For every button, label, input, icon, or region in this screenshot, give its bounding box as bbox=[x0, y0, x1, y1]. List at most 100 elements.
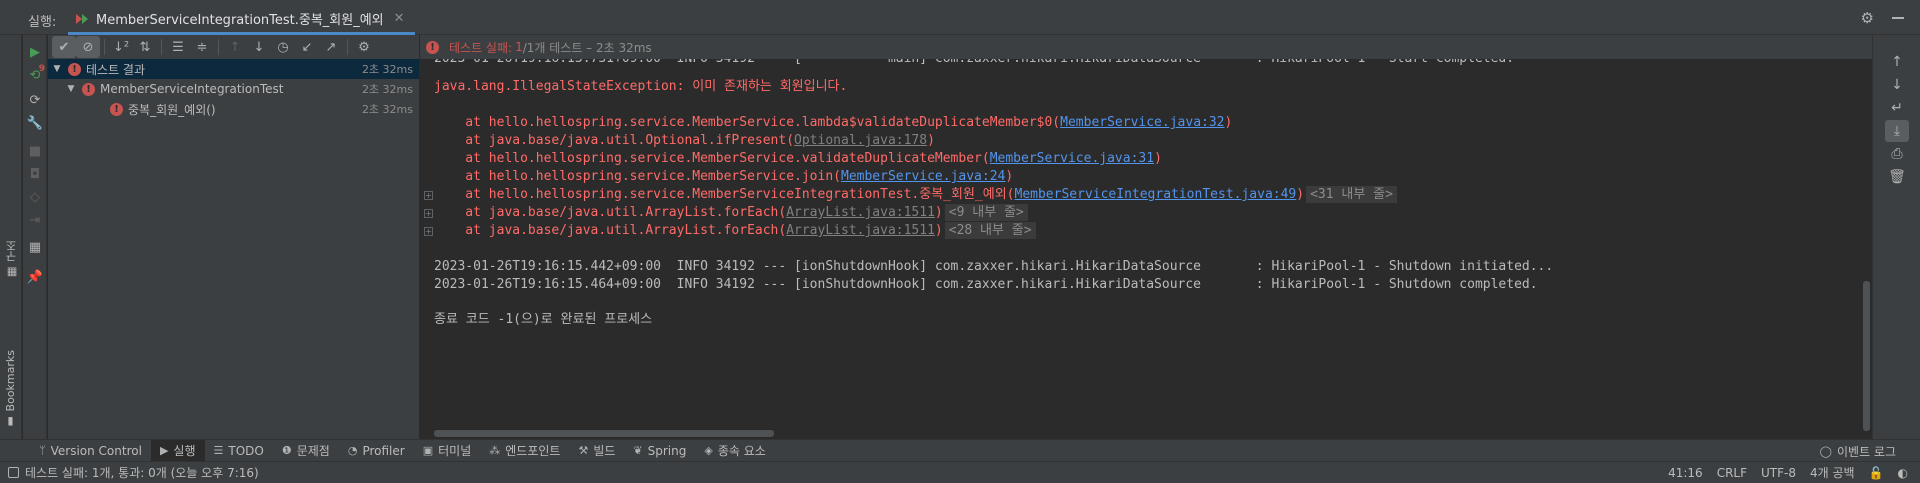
source-link[interactable]: MemberService.java:32 bbox=[1060, 115, 1224, 130]
tool-label: TODO bbox=[228, 443, 264, 458]
show-ignored-icon[interactable]: ⊘ bbox=[76, 36, 100, 58]
toggle-auto-test-icon[interactable]: ⟳ bbox=[25, 90, 45, 110]
scroll-to-end-icon[interactable]: ⤓ bbox=[1885, 120, 1909, 142]
run-tool-window-header: 실행: MemberServiceIntegrationTest.중복_회원_예… bbox=[0, 0, 1920, 35]
tool-todo[interactable]: ☰ TODO bbox=[205, 440, 273, 462]
console-output[interactable]: 2023-01-26T19:16:13.731+09:00 INFO 34192… bbox=[420, 59, 1872, 439]
play-icon: ▶ bbox=[159, 444, 169, 457]
next-failed-icon[interactable]: ↓ bbox=[247, 36, 271, 58]
pin-icon[interactable]: 📌 bbox=[25, 267, 45, 287]
minimize-icon[interactable] bbox=[1892, 17, 1904, 19]
tool-problems[interactable]: ❶ 문제점 bbox=[273, 440, 339, 462]
export-icon[interactable]: ↗ bbox=[319, 36, 343, 58]
stack-frame-line: at java.base/java.util.ArrayList.forEach… bbox=[434, 220, 1036, 242]
console-line: 2023-01-26T19:16:15.464+09:00 INFO 34192… bbox=[434, 277, 1538, 292]
status-message[interactable]: 테스트 실패: 1개, 통과: 0개 (오늘 오후 7:16) bbox=[8, 464, 259, 481]
tool-build[interactable]: ⚒ 빌드 bbox=[569, 440, 624, 462]
import-icon[interactable]: ↙ bbox=[295, 36, 319, 58]
print-icon[interactable]: ⎙ bbox=[1885, 143, 1909, 165]
arrow-down-icon[interactable]: ↓ bbox=[1885, 74, 1909, 96]
stack-frame-text: at hello.hellospring.service.MemberServi… bbox=[434, 169, 841, 184]
prev-failed-icon[interactable]: ↑ bbox=[223, 36, 247, 58]
lock-icon[interactable]: 🔓 bbox=[1869, 466, 1884, 480]
exit-code-line: 종료 코드 -1(으)로 완료된 프로세스 bbox=[434, 312, 653, 327]
wrench-icon[interactable]: 🔧 bbox=[25, 113, 45, 133]
arrow-up-icon[interactable]: ↑ bbox=[1885, 51, 1909, 73]
folded-lines-badge[interactable]: <9 내부 줄> bbox=[944, 204, 1028, 221]
stack-frame-text: at hello.hellospring.service.MemberServi… bbox=[434, 151, 990, 166]
folded-lines-badge[interactable]: <31 내부 줄> bbox=[1306, 186, 1397, 203]
line-separator[interactable]: CRLF bbox=[1717, 466, 1747, 480]
status-bar: 테스트 실패: 1개, 통과: 0개 (오늘 오후 7:16) 41:16 CR… bbox=[0, 461, 1920, 483]
caret-position[interactable]: 41:16 bbox=[1668, 466, 1703, 480]
status-widgets: 41:16 CRLF UTF-8 4개 공백 🔓 ◐ bbox=[1668, 464, 1908, 481]
rerun-icon[interactable]: ▶ bbox=[25, 42, 45, 62]
expand-fold-icon[interactable]: + bbox=[424, 209, 433, 218]
status-summary: /1개 테스트 – 2초 32ms bbox=[522, 40, 652, 55]
source-link[interactable]: ArrayList.java:1511 bbox=[786, 205, 935, 220]
test-result-icon bbox=[76, 11, 90, 25]
stop-icon[interactable]: ■ bbox=[25, 141, 45, 161]
source-link[interactable]: MemberService.java:31 bbox=[990, 151, 1154, 166]
tree-toolbar: ✔ ⊘ ↓² ⇅ ☰ ≑ ↑ ↓ ◷ ↙ ↗ ⚙ bbox=[48, 35, 419, 59]
sort-alpha-icon[interactable]: ↓² bbox=[109, 36, 133, 58]
stack-frame-close: ) bbox=[1005, 169, 1014, 184]
tool-profiler[interactable]: ◔ Profiler bbox=[339, 440, 414, 462]
settings-icon[interactable]: ⚙ bbox=[352, 36, 376, 58]
tool-spring[interactable]: ❦ Spring bbox=[624, 440, 695, 462]
tool-endpoints[interactable]: ⁂ 엔드포인트 bbox=[480, 440, 569, 462]
indent-setting[interactable]: 4개 공백 bbox=[1810, 464, 1855, 481]
tree-row-test-class[interactable]: ▼ ! MemberServiceIntegrationTest 2초 32ms bbox=[48, 79, 419, 99]
bookmark-icon: ▮ bbox=[4, 415, 17, 429]
stack-frame-text: at java.base/java.util.Optional.ifPresen… bbox=[434, 133, 795, 148]
trash-icon[interactable]: 🗑 bbox=[1885, 166, 1909, 188]
status-failed-count: 1 bbox=[515, 40, 523, 54]
chevron-down-icon[interactable]: ▼ bbox=[64, 84, 78, 94]
sort-duration-icon[interactable]: ⇅ bbox=[133, 36, 157, 58]
coverage-icon[interactable]: ◇ bbox=[25, 187, 45, 207]
expand-all-icon[interactable]: ☰ bbox=[166, 36, 190, 58]
tool-run[interactable]: ▶ 실행 bbox=[150, 439, 205, 462]
show-passed-icon[interactable]: ✔ bbox=[52, 36, 76, 58]
gear-icon[interactable]: ⚙ bbox=[1861, 9, 1874, 27]
exit-icon[interactable]: ⇥ bbox=[25, 210, 45, 230]
horizontal-scrollbar[interactable] bbox=[434, 430, 774, 437]
layout-icon[interactable]: ▦ bbox=[25, 237, 45, 257]
run-tab-title: MemberServiceIntegrationTest.중복_회원_예외 bbox=[96, 12, 384, 28]
tree-row-test-results[interactable]: ▼ ! 테스트 결과 2초 32ms bbox=[48, 59, 419, 79]
error-icon: ! bbox=[110, 102, 123, 116]
source-link[interactable]: Optional.java:178 bbox=[794, 133, 927, 148]
tree-row-label: MemberServiceIntegrationTest bbox=[100, 82, 284, 96]
collapse-all-icon[interactable]: ≑ bbox=[190, 36, 214, 58]
expand-fold-icon[interactable]: + bbox=[424, 191, 433, 200]
folded-lines-badge[interactable]: <28 내부 줄> bbox=[944, 222, 1036, 239]
bookmarks-label: Bookmarks bbox=[4, 350, 17, 412]
tool-dependencies[interactable]: ◈ 종속 요소 bbox=[695, 440, 774, 462]
tool-windows-icon[interactable] bbox=[8, 467, 19, 478]
close-icon[interactable]: ✕ bbox=[394, 11, 405, 26]
source-link[interactable]: MemberServiceIntegrationTest.java:49 bbox=[1015, 187, 1297, 202]
chevron-down-icon[interactable]: ▼ bbox=[50, 64, 64, 74]
history-icon[interactable]: ◷ bbox=[271, 36, 295, 58]
structure-icon: ▦ bbox=[5, 266, 19, 279]
tool-label: 실행 bbox=[173, 444, 196, 458]
vertical-scrollbar[interactable] bbox=[1863, 281, 1870, 431]
source-link[interactable]: MemberService.java:24 bbox=[841, 169, 1005, 184]
tool-version-control[interactable]: ᛘ Version Control bbox=[30, 440, 151, 462]
file-encoding[interactable]: UTF-8 bbox=[1761, 466, 1796, 480]
source-link[interactable]: ArrayList.java:1511 bbox=[786, 223, 935, 238]
event-log-button[interactable]: ◯ 이벤트 로그 bbox=[1820, 440, 1896, 462]
structure-tool-button[interactable]: ▦ 구조 bbox=[4, 240, 20, 279]
tool-terminal[interactable]: ▣ 터미널 bbox=[414, 440, 481, 462]
expand-fold-icon[interactable]: + bbox=[424, 227, 433, 236]
stack-frame-close: ) bbox=[1296, 187, 1305, 202]
profiler-icon: ◔ bbox=[347, 444, 358, 457]
notifications-icon[interactable]: ◐ bbox=[1898, 466, 1908, 480]
bookmarks-tool-button[interactable]: ▮ Bookmarks bbox=[4, 350, 17, 428]
soft-wrap-icon[interactable]: ↵ bbox=[1885, 97, 1909, 119]
camera-icon[interactable]: ◘ bbox=[25, 164, 45, 184]
error-icon: ! bbox=[426, 40, 439, 54]
tree-row-test-method[interactable]: ! 중복_회원_예외() 2초 32ms bbox=[48, 99, 419, 119]
run-tab[interactable]: MemberServiceIntegrationTest.중복_회원_예외 ✕ bbox=[68, 4, 415, 35]
rerun-failed-button[interactable]: ⟲ 9 bbox=[25, 64, 45, 85]
